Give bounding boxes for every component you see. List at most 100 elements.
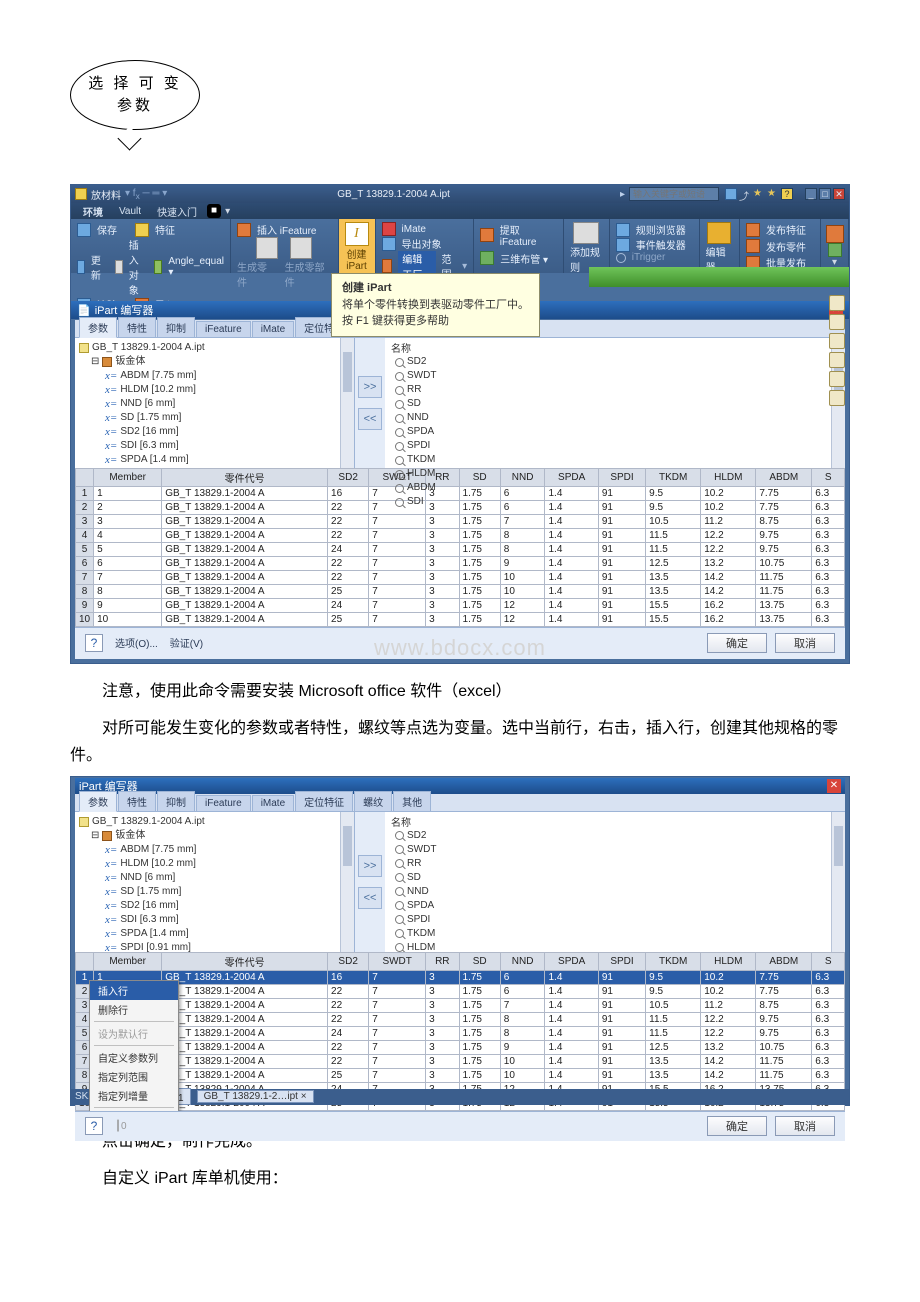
tree-scrollbar[interactable]: [340, 338, 354, 468]
tree-param[interactable]: x= HLDM [10.2 mm]: [77, 383, 352, 397]
editor-icon[interactable]: [707, 222, 731, 244]
tree-param[interactable]: x= ABDM [7.75 mm]: [77, 369, 352, 383]
editor-tab-7[interactable]: 其他: [393, 791, 431, 811]
context-menu-item[interactable]: 指定列范围: [90, 1067, 178, 1086]
home-icon[interactable]: [725, 188, 737, 200]
name-item[interactable]: SD: [387, 871, 843, 885]
editor-tab-6[interactable]: 螺纹: [354, 791, 392, 811]
ok-button-2[interactable]: 确定: [707, 1116, 767, 1136]
tab-env[interactable]: 环境: [77, 204, 109, 219]
tree-param[interactable]: x= SPDI [0.91 mm]: [77, 941, 352, 952]
context-menu-item[interactable]: 插入行: [90, 981, 178, 1000]
name-item[interactable]: SDI: [387, 495, 843, 509]
param-tree-2[interactable]: GB_T 13829.1-2004 A.ipt⊟ 钣金体x= ABDM [7.7…: [75, 812, 355, 952]
name-item[interactable]: ABDM: [387, 481, 843, 495]
name-item[interactable]: TKDM: [387, 453, 843, 467]
name-item[interactable]: SPDA: [387, 899, 843, 913]
cancel-button-2[interactable]: 取消: [775, 1116, 835, 1136]
context-menu-item[interactable]: 设为默认行: [90, 1024, 178, 1043]
addin-icon[interactable]: [573, 222, 599, 244]
name-item[interactable]: SPDI: [387, 439, 843, 453]
name-item[interactable]: NND: [387, 885, 843, 899]
name-item[interactable]: SWDT: [387, 843, 843, 857]
editor-tab-4[interactable]: iMate: [252, 321, 294, 337]
minimize-button[interactable]: _: [805, 188, 817, 200]
move-left-button-2[interactable]: <<: [358, 887, 382, 909]
star-icon[interactable]: ★: [753, 188, 765, 200]
data-grid-2[interactable]: Member零件代号SD2SWDTRRSDNNDSPDASPDITKDMHLDM…: [75, 952, 845, 1111]
tree-param[interactable]: x= SDI [6.3 mm]: [77, 913, 352, 927]
editor-tab-5[interactable]: 定位特征: [295, 791, 353, 811]
tree-param[interactable]: x= SD2 [16 mm]: [77, 425, 352, 439]
name-item[interactable]: RR: [387, 383, 843, 397]
ribbon-reload-icon[interactable]: [828, 243, 842, 257]
tree-param[interactable]: x= SDI [6.3 mm]: [77, 439, 352, 453]
name-item[interactable]: SD2: [387, 355, 843, 369]
editor-tab-2[interactable]: 抑制: [157, 317, 195, 337]
tab-more-button[interactable]: ■: [207, 204, 221, 218]
tree-param[interactable]: x= HLDM [10.2 mm]: [77, 857, 352, 871]
tree-scrollbar-2[interactable]: [340, 812, 354, 952]
context-menu-item[interactable]: 指定列增量: [90, 1086, 178, 1105]
tree-param[interactable]: x= SPDA [1.4 mm]: [77, 453, 352, 467]
gen-part-icon[interactable]: [256, 237, 278, 259]
view-btn-2[interactable]: [829, 314, 845, 330]
tree-param[interactable]: x= NND [6 mm]: [77, 397, 352, 411]
name-item[interactable]: RR: [387, 857, 843, 871]
tree-param[interactable]: x= SD [1.75 mm]: [77, 885, 352, 899]
help2-icon[interactable]: ?: [781, 188, 793, 200]
tree-param[interactable]: x= ABDM [7.75 mm]: [77, 843, 352, 857]
editor-tab-0[interactable]: 参数: [79, 317, 117, 338]
view-btn-1[interactable]: [829, 295, 845, 311]
view-btn-3[interactable]: [829, 333, 845, 349]
view-btn-5[interactable]: [829, 371, 845, 387]
search-input[interactable]: [629, 187, 719, 201]
gen-comp-icon[interactable]: [290, 237, 312, 259]
ok-button[interactable]: 确定: [707, 633, 767, 653]
names-list-2[interactable]: 名称SD2SWDTRRSDNNDSPDASPDITKDMHLDMABDMSDI: [385, 812, 845, 952]
tree-param[interactable]: x= SD [1.75 mm]: [77, 411, 352, 425]
editor-tab-1[interactable]: 特性: [118, 317, 156, 337]
help-button[interactable]: ?: [85, 634, 103, 652]
maximize-button[interactable]: □: [819, 188, 831, 200]
move-right-button[interactable]: >>: [358, 376, 382, 398]
view-btn-4[interactable]: [829, 352, 845, 368]
view-btn-6[interactable]: [829, 390, 845, 406]
name-item[interactable]: NND: [387, 411, 843, 425]
editor-close-button-2[interactable]: ✕: [827, 779, 841, 793]
tree-param[interactable]: x= SPDI [0.91 mm]: [77, 467, 352, 468]
name-item[interactable]: SPDI: [387, 913, 843, 927]
status-tab-2[interactable]: GB_T 13829.1-2…ipt ×: [197, 1090, 314, 1103]
name-item[interactable]: SPDA: [387, 425, 843, 439]
context-menu-item[interactable]: 自定义参数列: [90, 1110, 178, 1111]
context-menu-item[interactable]: 删除行: [90, 1000, 178, 1019]
name-item[interactable]: SD: [387, 397, 843, 411]
editor-tab-3[interactable]: iFeature: [196, 321, 251, 337]
star2-icon[interactable]: ★: [767, 188, 779, 200]
name-item[interactable]: SWDT: [387, 369, 843, 383]
name-item[interactable]: SD2: [387, 829, 843, 843]
names-list[interactable]: 名称SD2SWDTRRSDNNDSPDASPDITKDMHLDMABDMSDI: [385, 338, 845, 468]
verify-link[interactable]: 验证(V): [170, 635, 203, 650]
names-scrollbar-2[interactable]: [831, 812, 845, 952]
move-left-button[interactable]: <<: [358, 408, 382, 430]
help-button-2[interactable]: ?: [85, 1117, 103, 1135]
close-button[interactable]: ✕: [833, 188, 845, 200]
editor-tab-4[interactable]: iMate: [252, 795, 294, 811]
options-link[interactable]: 选项(O)...: [115, 635, 158, 650]
ribbon-end-icon[interactable]: [826, 225, 844, 243]
editor-tab-1[interactable]: 特性: [118, 791, 156, 811]
tree-param[interactable]: x= NND [6 mm]: [77, 871, 352, 885]
help-icon[interactable]: ⤴: [739, 188, 751, 200]
tree-param[interactable]: x= SD2 [16 mm]: [77, 899, 352, 913]
param-tree[interactable]: GB_T 13829.1-2004 A.ipt⊟ 钣金体x= ABDM [7.7…: [75, 338, 355, 468]
editor-tab-2[interactable]: 抑制: [157, 791, 195, 811]
tab-quickstart[interactable]: 快速入门: [151, 204, 203, 219]
editor-tab-0[interactable]: 参数: [79, 791, 117, 812]
name-item[interactable]: TKDM: [387, 927, 843, 941]
name-item[interactable]: HLDM: [387, 467, 843, 481]
editor-tab-3[interactable]: iFeature: [196, 795, 251, 811]
context-menu-item[interactable]: 自定义参数列: [90, 1048, 178, 1067]
create-ipart-icon[interactable]: I: [345, 222, 369, 246]
cancel-button[interactable]: 取消: [775, 633, 835, 653]
